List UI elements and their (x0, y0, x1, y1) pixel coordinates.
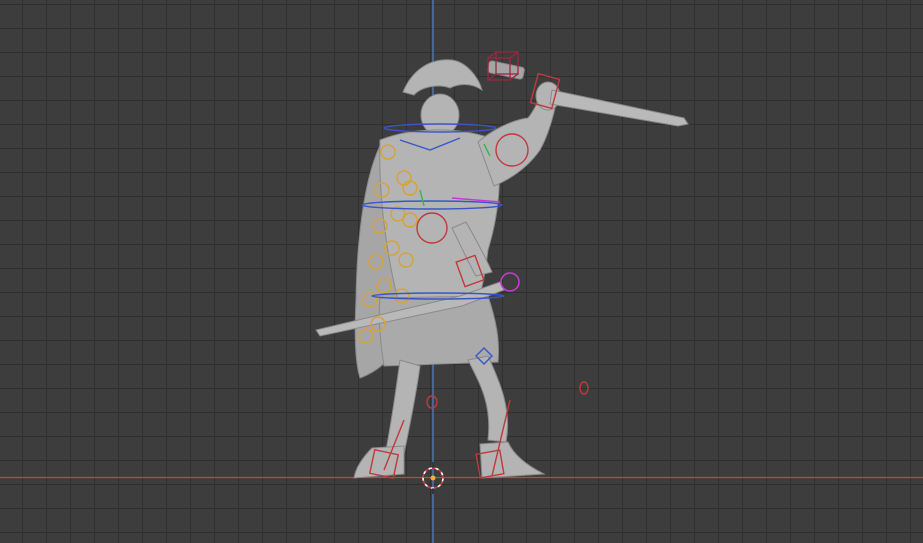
character-mesh[interactable] (353, 59, 561, 479)
helmet-crest (402, 59, 483, 96)
viewport-overlay (0, 0, 923, 543)
sword-raised[interactable] (487, 60, 689, 127)
right-boot (479, 441, 546, 479)
world-origin-icon (430, 475, 436, 481)
left-leg (385, 359, 421, 455)
3d-viewport[interactable] (0, 0, 923, 543)
right-leg (467, 355, 509, 443)
